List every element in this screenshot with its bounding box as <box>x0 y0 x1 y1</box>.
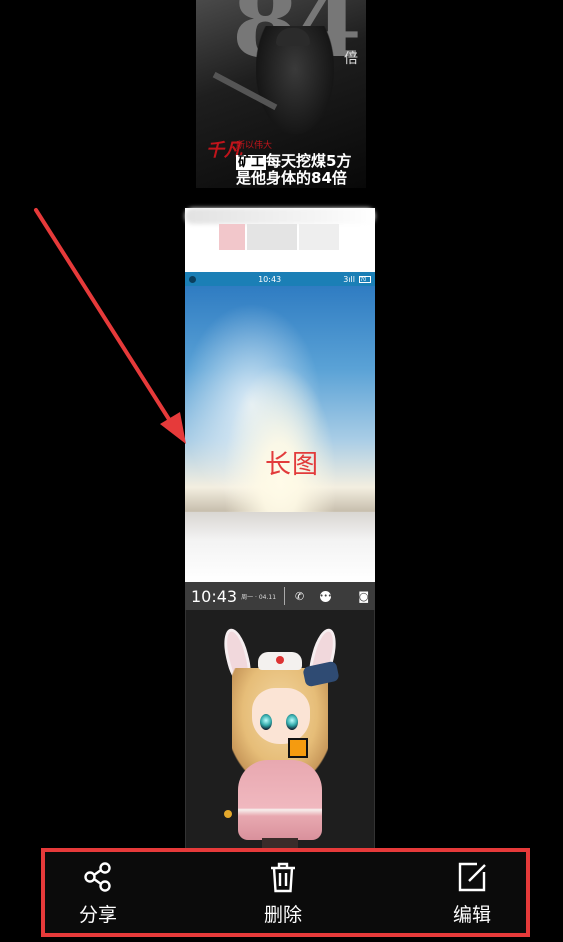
battery-icon: 70 <box>358 275 371 283</box>
lockscreen-bar: 10:43 周一 · 04.11 ✆ ••• ◙ <box>185 582 375 610</box>
trash-icon <box>271 862 295 893</box>
delete-label: 删除 <box>263 904 302 926</box>
bottom-action-toolbar: 分享 删除 编辑 <box>41 848 530 937</box>
delete-button[interactable]: 删除 <box>248 860 318 928</box>
miner-helmet <box>276 28 310 46</box>
blur-block <box>247 224 297 250</box>
share-label: 分享 <box>78 904 117 926</box>
character-dress <box>238 760 322 840</box>
lock-date: 周一 · 04.11 <box>241 593 277 601</box>
long-screenshot-image[interactable]: 10:43 3ıll 70 长图 10:43 周一 · 04.11 ✆ ••• … <box>185 272 375 610</box>
blur-block <box>299 224 339 250</box>
signal-icon: 3ıll <box>343 274 355 284</box>
blurred-header-strip <box>185 208 375 272</box>
edit-button[interactable]: 编辑 <box>437 860 507 928</box>
snow-field <box>185 512 375 582</box>
share-button[interactable]: 分享 <box>63 860 133 928</box>
status-right: 3ıll 70 <box>343 275 371 284</box>
poster-image: 84 倍 千凡 所以伟大 矿工每天挖煤5方 是他身体的84倍 <box>196 0 366 188</box>
phone-icon: ✆ <box>295 589 305 603</box>
anime-character-image[interactable] <box>185 610 375 850</box>
edit-icon <box>458 862 486 892</box>
orange-badge <box>288 738 308 758</box>
blur-block <box>185 208 375 224</box>
long-image-label: 长图 <box>265 450 320 480</box>
lock-time: 10:43 <box>191 586 238 606</box>
message-icon: ••• <box>319 590 332 602</box>
status-time: 10:43 <box>258 274 282 284</box>
divider <box>284 587 286 605</box>
character-wand <box>224 810 232 818</box>
character-eye-right <box>286 714 298 730</box>
character-bow <box>302 660 340 688</box>
sky-wallpaper <box>185 286 375 582</box>
camera-icon: ◙ <box>358 589 369 603</box>
status-bar: 10:43 3ıll 70 <box>185 272 375 286</box>
character-eye-left <box>260 714 272 730</box>
notification-dot-icon <box>189 275 196 283</box>
blur-block <box>219 224 245 250</box>
poster-line-2: 是他身体的84倍 <box>236 169 347 187</box>
hat-ornament <box>276 656 284 664</box>
edit-label: 编辑 <box>452 904 491 926</box>
poster-bei: 倍 <box>344 51 358 67</box>
share-icon <box>84 862 111 892</box>
